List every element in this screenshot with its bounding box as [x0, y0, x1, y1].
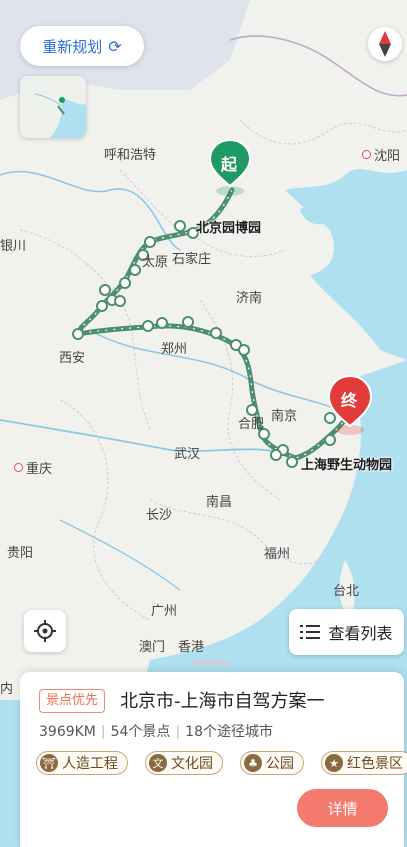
city-partial: 内 [0, 682, 14, 697]
overview-map-icon [20, 76, 86, 138]
compass-icon [379, 31, 391, 57]
refresh-icon: ⟳ [108, 36, 122, 56]
park-icon: ♣ [244, 754, 262, 772]
landmark-icon: ⛩ [40, 754, 58, 772]
tag-item: ★ 红色景区 [321, 751, 407, 775]
list-icon [300, 625, 321, 639]
city-taibei: 台北 [333, 584, 360, 599]
city-zhengzhou: 郑州 [161, 342, 188, 357]
city-taiyuan: 太原 [142, 255, 169, 270]
locate-button[interactable] [24, 610, 66, 652]
replan-label: 重新规划 [42, 37, 103, 56]
detail-button[interactable]: 详情 [297, 789, 388, 827]
city-nanjing: 南京 [271, 409, 298, 424]
city-fuzhou: 福州 [264, 547, 291, 562]
city-jinan: 济南 [236, 291, 263, 306]
end-poi-label: 上海野生动物园 [301, 458, 393, 473]
start-poi-label: 北京园博园 [196, 221, 262, 236]
city-nanchang: 南昌 [206, 495, 233, 510]
start-marker-label[interactable]: 起 [221, 151, 237, 175]
tag-label: 文化园 [171, 756, 213, 772]
tag-label: 红色景区 [347, 756, 403, 772]
plan-title: 北京市-上海市自驾方案一 [120, 691, 325, 712]
drag-handle[interactable] [190, 661, 230, 665]
city-hohhot: 呼和浩特 [104, 148, 157, 163]
distance-value: 3969KM [39, 724, 96, 740]
tag-label: 人造工程 [62, 756, 118, 772]
city-chongqing: 重庆 [14, 458, 52, 477]
overview-map-thumbnail[interactable] [20, 76, 86, 138]
tag-label: 公园 [266, 756, 294, 772]
city-guiyang: 贵阳 [7, 546, 34, 561]
city-shijiazhuang: 石家庄 [172, 252, 212, 267]
end-marker-label[interactable]: 终 [341, 387, 357, 411]
view-list-button[interactable]: 查看列表 [289, 609, 404, 655]
city-xianggang: 香港 [178, 640, 205, 655]
tag-item: 文 文化园 [145, 751, 223, 775]
view-list-label: 查看列表 [328, 624, 393, 643]
culture-icon: 文 [149, 754, 167, 772]
spots-count: 54个景点 [110, 724, 171, 740]
route-plan-card[interactable]: 景点优先 北京市-上海市自驾方案一 3969KM | 54个景点 | 18个途径城市 ⛩… [20, 672, 407, 847]
priority-badge: 景点优先 [39, 689, 106, 713]
city-aomen: 澳门 [139, 640, 166, 655]
plan-stats: 3969KM | 54个景点 | 18个途径城市 [39, 724, 273, 740]
city-yinchuan: 银川 [0, 239, 27, 254]
city-guangzhou: 广州 [151, 604, 178, 619]
city-shenyang: 沈阳 [362, 145, 400, 164]
city-xian: 西安 [59, 351, 86, 366]
replan-button[interactable]: 重新规划 ⟳ [20, 26, 144, 66]
compass-button[interactable] [368, 27, 402, 61]
city-changsha: 长沙 [146, 508, 173, 523]
city-wuhan: 武汉 [174, 447, 201, 462]
cities-count: 18个途径城市 [185, 724, 273, 740]
tag-list: ⛩ 人造工程 文 文化园 ♣ 公园 ★ 红色景区 [36, 751, 407, 775]
red-site-icon: ★ [325, 754, 343, 772]
city-hefei: 合肥 [238, 417, 265, 432]
tag-item: ⛩ 人造工程 [36, 751, 128, 775]
tag-item: ♣ 公园 [240, 751, 304, 775]
locate-icon [34, 620, 56, 642]
